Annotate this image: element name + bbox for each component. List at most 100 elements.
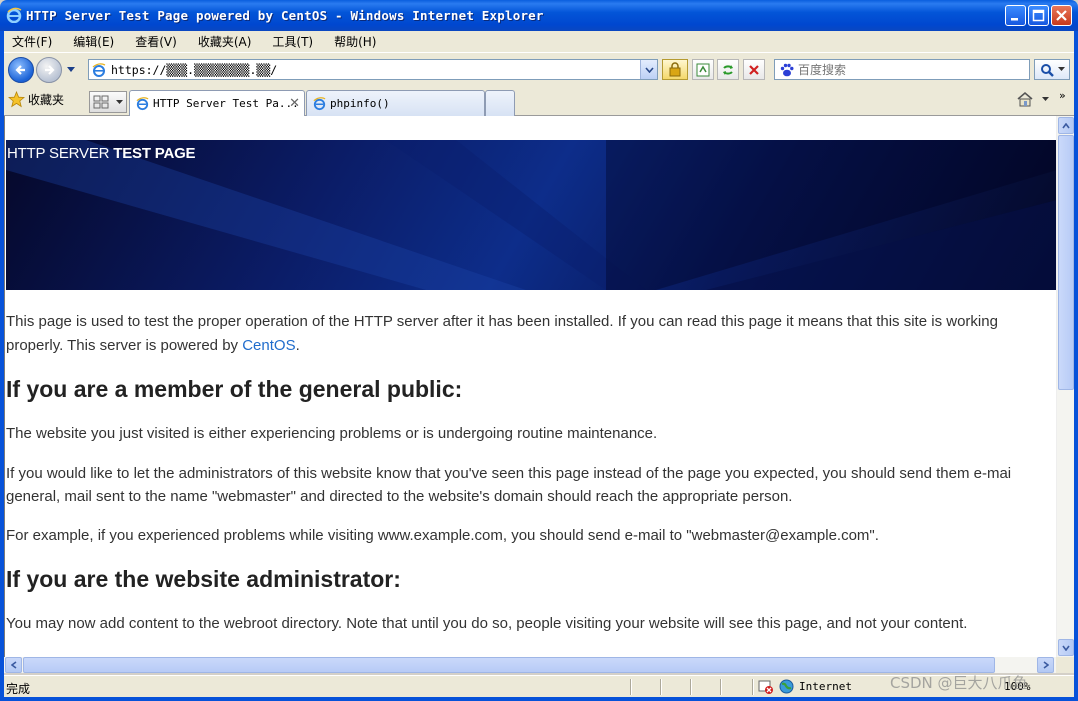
window-frame-right	[1074, 31, 1078, 701]
public-paragraph-2-line-1: If you would like to let the administrat…	[6, 465, 1012, 482]
search-input[interactable]	[798, 62, 1018, 77]
banner-title: HTTP SERVER TEST PAGE	[7, 145, 196, 162]
status-text: 完成	[6, 682, 31, 696]
public-paragraph-2: If you would like to let the administrat…	[6, 462, 1056, 508]
zone-label: Internet	[799, 680, 852, 693]
heading-website-admin: If you are the website administrator:	[6, 566, 401, 592]
chevron-up-icon	[1062, 122, 1070, 128]
chevron-down-icon	[644, 66, 654, 73]
chevron-down-icon	[1042, 96, 1049, 101]
arrow-right-icon	[45, 65, 55, 75]
menu-tools[interactable]: 工具(T)	[272, 33, 313, 50]
public-paragraph-2-line-2: general, mail sent to the name "webmaste…	[6, 488, 793, 505]
horizontal-scrollbar[interactable]	[4, 657, 1056, 673]
scroll-up-button[interactable]	[1058, 117, 1074, 134]
centos-link[interactable]: CentOS	[242, 337, 295, 354]
tab-label: phpinfo()	[330, 97, 390, 110]
compatibility-icon	[696, 63, 710, 76]
chevron-down-icon	[1057, 67, 1065, 71]
banner-title-normal: HTTP SERVER	[7, 145, 114, 162]
horizontal-scroll-thumb[interactable]	[23, 657, 995, 673]
search-box[interactable]	[774, 59, 1030, 80]
stop-button[interactable]	[743, 59, 765, 80]
quick-tabs-icon	[93, 95, 109, 109]
security-lock-button[interactable]	[662, 59, 688, 80]
popup-blocked-icon[interactable]	[758, 679, 774, 695]
close-tab-icon[interactable]: ✕	[289, 96, 300, 111]
window-title: HTTP Server Test Page powered by CentOS …	[26, 8, 544, 23]
globe-icon	[779, 679, 794, 694]
menu-bar: 文件(F) 编辑(E) 查看(V) 收藏夹(A) 工具(T) 帮助(H)	[4, 31, 1074, 53]
title-bar[interactable]: HTTP Server Test Page powered by CentOS …	[0, 0, 1078, 31]
compatibility-view-button[interactable]	[692, 59, 714, 80]
refresh-button[interactable]	[717, 59, 739, 80]
favorites-button[interactable]: 收藏夹	[8, 91, 64, 108]
more-tools-chevron-icon[interactable]: »	[1059, 89, 1066, 102]
stop-x-icon	[749, 64, 759, 75]
home-button[interactable]	[1016, 91, 1049, 107]
ie-page-icon	[92, 62, 106, 77]
chevron-down-icon	[1062, 645, 1070, 651]
maximize-button[interactable]	[1028, 5, 1049, 26]
back-button[interactable]	[8, 57, 34, 83]
minimize-button[interactable]	[1005, 5, 1026, 26]
ie-page-icon	[136, 97, 149, 111]
address-input[interactable]	[111, 61, 631, 78]
magnifier-icon	[1040, 63, 1054, 77]
banner-decoration	[6, 140, 1056, 290]
page-content: This page is used to test the proper ope…	[6, 310, 1056, 652]
new-tab-button[interactable]	[485, 90, 515, 116]
menu-edit[interactable]: 编辑(E)	[73, 33, 114, 50]
status-divider	[660, 679, 662, 695]
favorites-label: 收藏夹	[28, 93, 65, 107]
scrollbar-corner	[1056, 657, 1074, 673]
chevron-left-icon	[10, 661, 16, 669]
tab-http-server-test-page[interactable]: HTTP Server Test Pa... ✕	[129, 90, 305, 116]
search-button[interactable]	[1034, 59, 1070, 80]
status-divider	[752, 679, 754, 695]
close-window-button[interactable]	[1051, 5, 1072, 26]
intro-text: This page is used to test the proper ope…	[6, 313, 998, 354]
recent-pages-dropdown-icon[interactable]	[66, 66, 76, 74]
status-divider	[690, 679, 692, 695]
menu-file[interactable]: 文件(F)	[12, 33, 52, 50]
minimize-icon	[1011, 18, 1018, 21]
banner-title-bold: TEST PAGE	[113, 145, 196, 162]
address-toolbar	[4, 53, 1074, 87]
address-dropdown-button[interactable]	[640, 60, 657, 79]
menu-help[interactable]: 帮助(H)	[334, 33, 376, 50]
ie-page-icon	[313, 97, 326, 111]
home-icon	[1017, 91, 1033, 107]
quick-tabs-button[interactable]	[89, 91, 127, 113]
tab-bar: 收藏夹 HTTP Server Test Pa... ✕ phpinfo() »	[4, 87, 1074, 116]
arrow-left-icon	[15, 65, 25, 75]
page-viewport[interactable]: HTTP SERVER TEST PAGE This page is used …	[4, 116, 1056, 657]
public-paragraph-1: The website you just visited is either e…	[6, 425, 658, 442]
tab-phpinfo[interactable]: phpinfo()	[306, 90, 485, 116]
vertical-scroll-thumb[interactable]	[1058, 135, 1074, 390]
scroll-left-button[interactable]	[5, 657, 22, 673]
menu-favorites[interactable]: 收藏夹(A)	[198, 33, 252, 50]
refresh-icon	[723, 64, 733, 75]
forward-button[interactable]	[36, 57, 62, 83]
status-divider	[720, 679, 722, 695]
close-icon	[1056, 10, 1067, 21]
vertical-scrollbar[interactable]	[1056, 116, 1074, 657]
baidu-paw-icon	[780, 63, 794, 76]
menu-view[interactable]: 查看(V)	[135, 33, 177, 50]
heading-general-public: If you are a member of the general publi…	[6, 376, 463, 402]
chevron-down-icon	[115, 99, 123, 104]
security-zone[interactable]: Internet	[779, 679, 852, 694]
admin-paragraph-1: You may now add content to the webroot d…	[6, 615, 968, 632]
page-banner: HTTP SERVER TEST PAGE	[6, 140, 1056, 290]
ie-logo-icon	[6, 7, 22, 23]
scroll-right-button[interactable]	[1037, 657, 1054, 673]
lock-icon	[669, 62, 681, 77]
address-bar[interactable]	[88, 59, 658, 80]
scroll-down-button[interactable]	[1058, 639, 1074, 656]
intro-paragraph: This page is used to test the proper ope…	[6, 310, 1036, 358]
window-frame-bottom	[0, 697, 1078, 701]
tab-label: HTTP Server Test Pa...	[153, 97, 299, 110]
status-divider	[630, 679, 632, 695]
star-icon	[8, 91, 25, 108]
